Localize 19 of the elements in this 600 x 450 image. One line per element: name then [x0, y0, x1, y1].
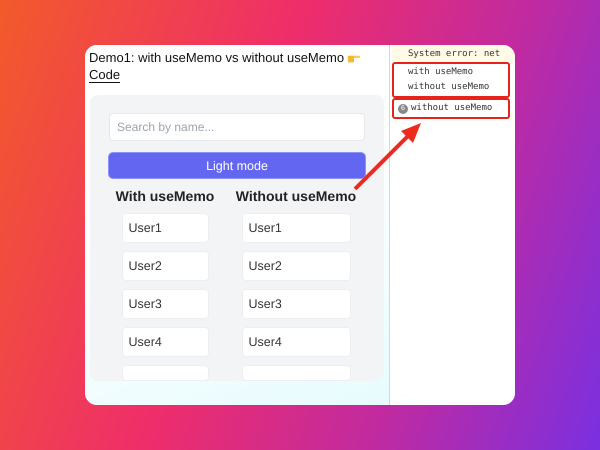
user-card: User3 — [242, 289, 350, 319]
search-field[interactable]: Search by name... — [109, 113, 365, 142]
code-link[interactable]: Code — [89, 67, 120, 83]
console-line: System error: net — [408, 48, 500, 61]
user-card: User1 — [242, 213, 350, 243]
annotation-arrow — [351, 121, 423, 193]
user-card: User2 — [242, 251, 350, 281]
console-line: without useMemo — [411, 102, 492, 115]
console-line: with useMemo — [408, 66, 474, 79]
user-card: User2 — [122, 251, 208, 281]
user-card: User3 — [122, 289, 208, 319]
column-heading: Without useMemo — [236, 187, 356, 205]
user-card: User1 — [122, 213, 208, 243]
column-heading: With useMemo — [116, 187, 214, 205]
demo-title: Demo1: with useMemo vs without useMemo — [89, 49, 344, 66]
console-line: without useMemo — [408, 81, 490, 94]
user-card: User4 — [122, 327, 208, 357]
user-card: User4 — [242, 327, 350, 357]
light-mode-button[interactable]: Light mode — [108, 152, 366, 179]
